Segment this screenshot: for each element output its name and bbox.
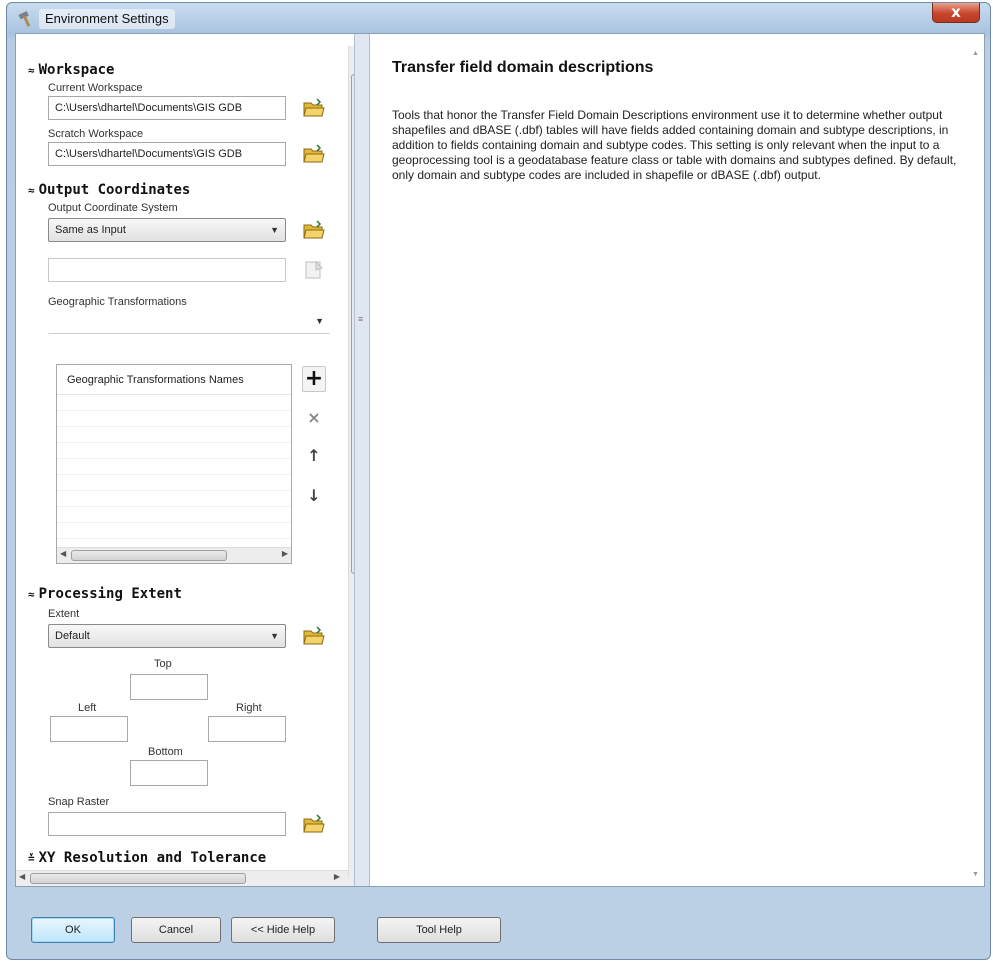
scratch-workspace-field[interactable]: C:\Users\dhartel\Documents\GIS GDB [48, 142, 286, 166]
current-workspace-field[interactable]: C:\Users\dhartel\Documents\GIS GDB [48, 96, 286, 120]
scroll-right-icon[interactable]: ▶ [334, 872, 340, 881]
help-panel: Transfer field domain descriptions Tools… [371, 34, 984, 886]
scroll-down-icon[interactable]: ▼ [972, 871, 979, 878]
coordinate-system-detail-field [48, 258, 286, 282]
output-coordinate-system-select[interactable]: Same as Input ▼ [48, 218, 286, 242]
extent-top-label: Top [154, 658, 172, 670]
geographic-transformations-label: Geographic Transformations [48, 296, 187, 308]
list-item[interactable] [57, 411, 291, 427]
splitter-grip-icon[interactable]: ≡ [358, 314, 363, 324]
scroll-right-icon[interactable]: ▶ [282, 549, 288, 558]
list-header: Geographic Transformations Names [57, 365, 291, 395]
chevron-down-icon: ▼ [270, 225, 279, 235]
extent-bottom-field[interactable] [130, 760, 208, 786]
list-item[interactable] [57, 395, 291, 411]
tool-help-button[interactable]: Tool Help [377, 917, 501, 943]
hammer-icon [18, 11, 31, 27]
settings-horizontal-scrollbar[interactable]: ◀ ▶ [16, 870, 354, 886]
section-output-coordinates-header[interactable]: ≈ Output Coordinates [28, 182, 190, 198]
scrollbar-thumb[interactable] [30, 873, 246, 884]
list-horizontal-scrollbar[interactable]: ◀ ▶ [57, 547, 291, 563]
collapse-icon: ≈ [28, 64, 35, 77]
folder-open-icon[interactable] [302, 96, 326, 120]
output-coordinate-system-label: Output Coordinate System [48, 202, 178, 214]
close-button[interactable]: x [932, 3, 980, 23]
geographic-transformations-select[interactable]: ▼ [48, 310, 330, 334]
list-item[interactable] [57, 523, 291, 539]
move-down-icon[interactable]: ↓ [302, 484, 326, 510]
folder-open-icon[interactable] [302, 624, 326, 648]
collapse-icon: ≈ [28, 588, 35, 601]
list-item[interactable] [57, 507, 291, 523]
help-title: Transfer field domain descriptions [392, 59, 654, 76]
list-item[interactable] [57, 459, 291, 475]
extent-left-field[interactable] [50, 716, 128, 742]
help-vertical-scrollbar[interactable]: ▲ ▼ [970, 34, 984, 886]
list-item[interactable] [57, 475, 291, 491]
section-processing-extent-header[interactable]: ≈ Processing Extent [28, 586, 182, 602]
folder-open-icon[interactable] [302, 218, 326, 242]
folder-open-icon[interactable] [302, 812, 326, 836]
panel-splitter[interactable]: ≡ [354, 34, 370, 886]
extent-left-label: Left [78, 702, 97, 714]
scroll-left-icon[interactable]: ◀ [19, 872, 25, 881]
scrollbar-thumb[interactable] [71, 550, 227, 561]
list-item[interactable] [57, 427, 291, 443]
collapse-icon: ≈ [28, 184, 35, 197]
snap-raster-label: Snap Raster [48, 796, 110, 808]
extent-top-field[interactable] [130, 674, 208, 700]
list-item[interactable] [57, 443, 291, 459]
hide-help-button[interactable]: << Hide Help [231, 917, 335, 943]
cancel-button[interactable]: Cancel [131, 917, 221, 943]
extent-right-label: Right [236, 702, 262, 714]
extent-bottom-label: Bottom [148, 746, 183, 758]
scroll-up-icon[interactable]: ▲ [972, 50, 979, 57]
chevron-down-icon: ▼ [315, 316, 324, 326]
geographic-transformations-list[interactable]: Geographic Transformations Names ◀ ▶ [56, 364, 292, 564]
environment-settings-window: Environment Settings x ≈ Workspace Curren… [6, 2, 991, 960]
window-title: Environment Settings [39, 9, 175, 29]
title-bar[interactable]: Environment Settings x [7, 3, 990, 33]
properties-icon [302, 258, 326, 282]
remove-icon[interactable]: × [302, 406, 326, 432]
current-workspace-label: Current Workspace [48, 82, 143, 94]
section-xy-resolution-header[interactable]: ≚ XY Resolution and Tolerance [28, 850, 266, 866]
chevron-down-icon: ▼ [270, 631, 279, 641]
scroll-left-icon[interactable]: ◀ [60, 549, 66, 558]
extent-select[interactable]: Default ▼ [48, 624, 286, 648]
add-icon[interactable]: + [302, 366, 326, 392]
extent-label: Extent [48, 608, 80, 620]
dialog-client: ≈ Workspace Current Workspace C:\Users\dh… [15, 33, 985, 887]
list-item[interactable] [57, 491, 291, 507]
expand-icon: ≚ [28, 852, 35, 865]
folder-open-icon[interactable] [302, 142, 326, 166]
move-up-icon[interactable]: ↑ [302, 444, 326, 470]
ok-button[interactable]: OK [31, 917, 115, 943]
snap-raster-field[interactable] [48, 812, 286, 836]
scratch-workspace-label: Scratch Workspace [48, 128, 144, 140]
section-workspace-header[interactable]: ≈ Workspace [28, 62, 114, 78]
settings-panel: ≈ Workspace Current Workspace C:\Users\dh… [16, 34, 354, 886]
help-body: Tools that honor the Transfer Field Doma… [392, 108, 957, 182]
extent-right-field[interactable] [208, 716, 286, 742]
